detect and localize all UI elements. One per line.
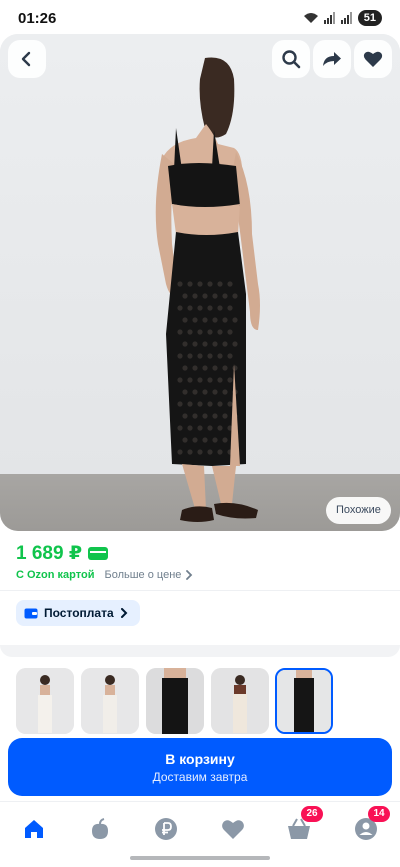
fruit-icon bbox=[92, 818, 108, 839]
home-icon bbox=[25, 820, 43, 838]
product-image[interactable]: Похожие bbox=[0, 34, 400, 531]
chevron-left-icon bbox=[21, 51, 31, 67]
home-indicator bbox=[130, 856, 270, 860]
more-price-link[interactable]: Больше о цене bbox=[104, 569, 193, 581]
card-icon bbox=[88, 547, 109, 560]
cart-count-badge: 26 bbox=[301, 806, 323, 822]
signal-icon bbox=[323, 12, 335, 24]
wallet-icon bbox=[24, 608, 38, 619]
thumbnail-image bbox=[277, 670, 331, 732]
battery-icon: 51 bbox=[357, 10, 382, 26]
more-price-label: Больше о цене bbox=[104, 569, 182, 581]
cart-delivery-label: Доставим завтра bbox=[152, 770, 248, 784]
section-gap bbox=[0, 645, 400, 657]
status-bar: 01:26 51 bbox=[0, 0, 400, 36]
nav-finance[interactable] bbox=[146, 812, 186, 846]
chevron-right-icon bbox=[120, 608, 128, 618]
thumbnail-3[interactable] bbox=[146, 668, 204, 734]
price-row: 1 689 ₽ bbox=[16, 542, 109, 565]
nav-fresh[interactable] bbox=[80, 812, 120, 846]
share-arrow-icon bbox=[323, 52, 341, 66]
back-button[interactable] bbox=[8, 40, 46, 78]
favorite-button[interactable] bbox=[354, 40, 392, 78]
postpay-button[interactable]: Постоплата bbox=[16, 600, 140, 626]
nav-favorites[interactable] bbox=[213, 812, 253, 846]
thumbnail-image bbox=[211, 668, 269, 734]
price-subrow: С Ozon картой Больше о цене bbox=[16, 569, 193, 581]
thumbnail-image bbox=[146, 668, 204, 734]
status-time: 01:26 bbox=[18, 10, 57, 27]
postpay-label: Постоплата bbox=[44, 606, 114, 620]
similar-button[interactable]: Похожие bbox=[326, 497, 391, 524]
signal-icon bbox=[340, 12, 352, 24]
status-icons: 51 bbox=[303, 10, 382, 26]
thumbnail-image bbox=[81, 668, 139, 734]
divider bbox=[0, 590, 400, 591]
thumbnail-strip bbox=[0, 657, 400, 747]
ozon-card-label: С Ozon картой bbox=[16, 569, 95, 581]
thumbnail-4[interactable] bbox=[211, 668, 269, 734]
cart-main-label: В корзину bbox=[165, 751, 235, 767]
ruble-icon bbox=[155, 818, 177, 840]
nav-home[interactable] bbox=[14, 812, 54, 846]
add-to-cart-button[interactable]: В корзину Доставим завтра bbox=[8, 738, 392, 796]
search-icon bbox=[282, 50, 301, 69]
share-button[interactable] bbox=[313, 40, 351, 78]
heart-icon bbox=[363, 51, 383, 67]
thumbnail-2[interactable] bbox=[81, 668, 139, 734]
thumbnail-1[interactable] bbox=[16, 668, 74, 734]
wifi-icon bbox=[303, 13, 318, 23]
model-figure bbox=[155, 57, 260, 522]
thumbnail-image bbox=[16, 668, 74, 734]
search-button[interactable] bbox=[272, 40, 310, 78]
profile-count-badge: 14 bbox=[368, 806, 390, 822]
nav-cart[interactable]: 26 bbox=[279, 806, 323, 846]
price-value: 1 689 ₽ bbox=[16, 543, 83, 564]
nav-profile[interactable]: 14 bbox=[346, 806, 390, 846]
heart-icon bbox=[222, 820, 244, 839]
thumbnail-5[interactable] bbox=[275, 668, 333, 734]
chevron-right-icon bbox=[186, 570, 193, 580]
